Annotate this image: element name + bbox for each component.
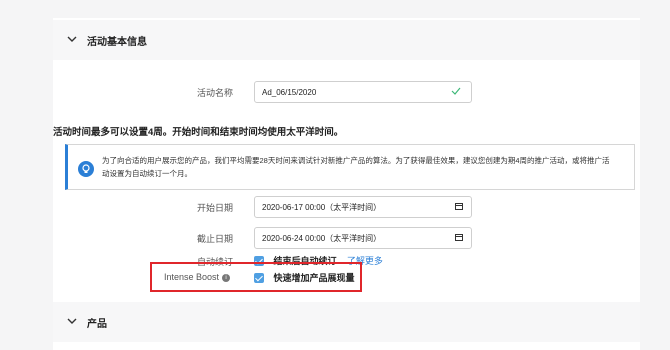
section-title: 活动基本信息	[87, 36, 147, 48]
info-box: 为了向合适的用户展示您的产品，我们平均需要28天时间来调试针对新推广产品的算法。…	[65, 144, 635, 190]
campaign-name-label: 活动名称	[196, 88, 233, 98]
section-title: 产品	[87, 318, 107, 330]
lightbulb-icon	[78, 161, 94, 177]
end-date-input[interactable]: 2020-06-24 00:00（太平洋时间）	[254, 227, 472, 249]
start-date-label: 开始日期	[196, 203, 233, 213]
duration-note: 活动时间最多可以设置4周。开始时间和结束时间均使用太平洋时间。	[53, 127, 344, 138]
calendar-icon[interactable]	[455, 233, 463, 241]
highlight-box	[150, 262, 362, 292]
end-date-label: 截止日期	[196, 234, 233, 244]
info-text: 为了向合适的用户展示您的产品，我们平均需要28天时间来调试针对新推广产品的算法。…	[102, 154, 622, 180]
checkmark-valid-icon	[451, 87, 461, 97]
info-text-line2: 动设置为自动续订一个月。	[102, 169, 192, 178]
chevron-down-icon	[67, 35, 81, 46]
calendar-icon[interactable]	[455, 202, 463, 210]
section-header-basic-info[interactable]: 活动基本信息	[53, 20, 640, 60]
campaign-name-value: Ad_06/15/2020	[262, 87, 317, 97]
chevron-down-icon	[67, 317, 81, 328]
campaign-name-input[interactable]: Ad_06/15/2020	[254, 81, 472, 103]
info-text-line1: 为了向合适的用户展示您的产品，我们平均需要28天时间来调试针对新推广产品的算法。…	[102, 156, 610, 165]
end-date-value: 2020-06-24 00:00（太平洋时间）	[262, 233, 382, 243]
section-header-products[interactable]: 产品	[53, 302, 640, 342]
start-date-input[interactable]: 2020-06-17 00:00（太平洋时间）	[254, 196, 472, 218]
start-date-value: 2020-06-17 00:00（太平洋时间）	[262, 202, 382, 212]
